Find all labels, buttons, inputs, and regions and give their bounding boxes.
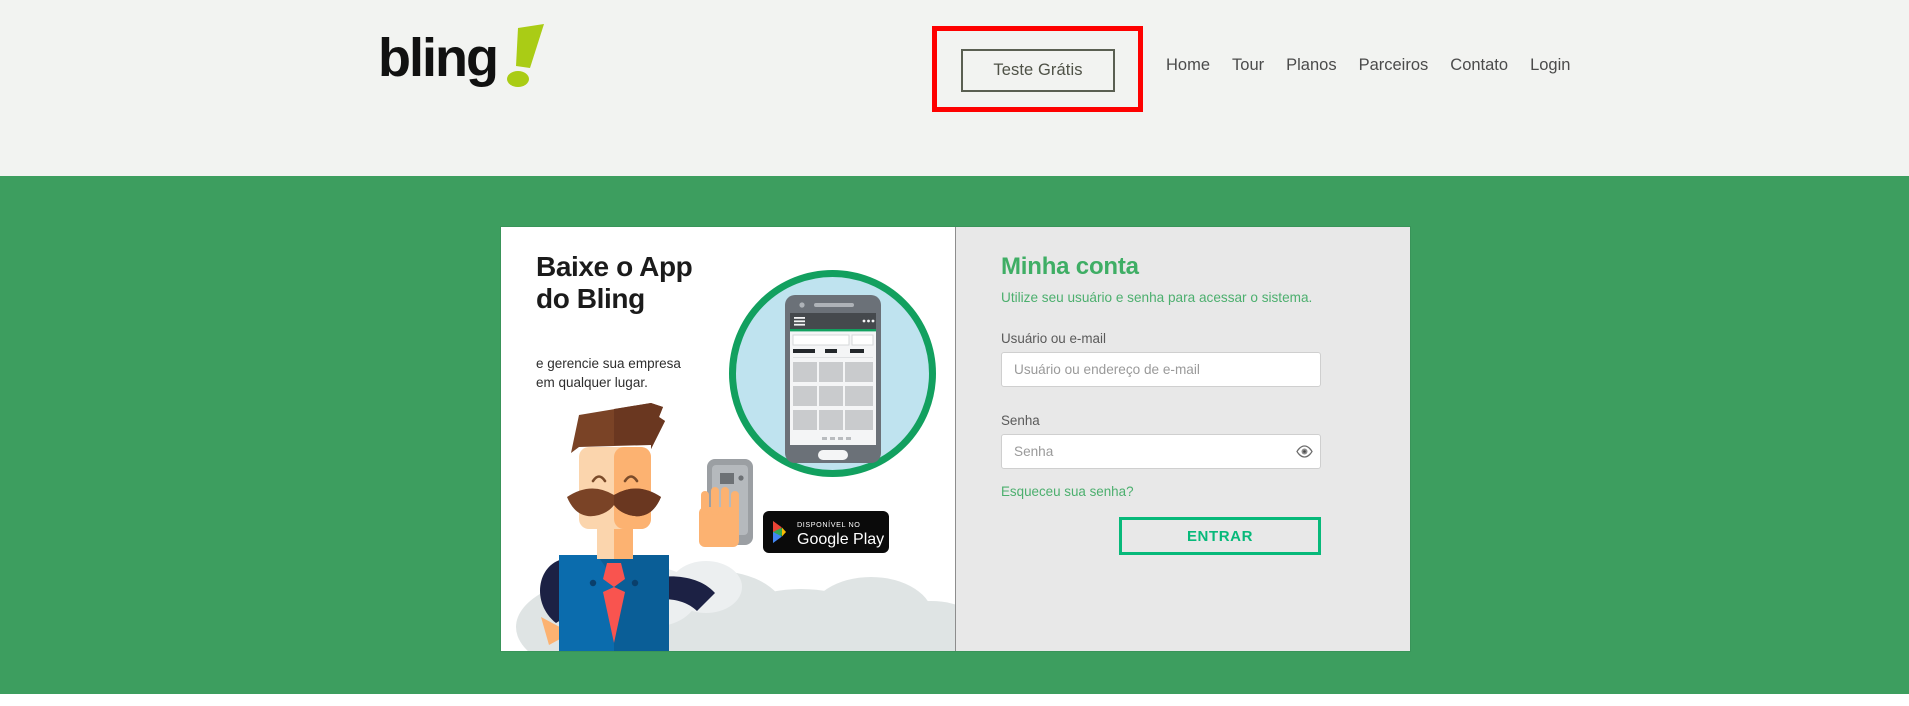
toggle-password-visibility-button[interactable] [1287,434,1321,469]
main-navigation: Home Tour Planos Parceiros Contato Login [1155,56,1581,75]
svg-text:bling: bling [378,28,497,88]
character-illustration [501,387,955,651]
promo-title-line1: Baixe o App [536,251,693,282]
username-field-group: Usuário ou e-mail [1001,331,1365,387]
nav-item-tour[interactable]: Tour [1221,56,1275,75]
password-field-group: Senha [1001,413,1365,469]
submit-row: ENTRAR [1001,517,1321,555]
page-root: bling Teste Grátis Home Tour Planos Parc… [0,0,1909,706]
login-card: Baixe o App do Bling e gerencie sua empr… [501,227,1410,651]
nav-item-login[interactable]: Login [1519,56,1581,75]
app-promo-panel: Baixe o App do Bling e gerencie sua empr… [501,227,956,651]
nav-item-contato[interactable]: Contato [1439,56,1519,75]
promo-title-line2: do Bling [536,283,645,315]
nav-item-home[interactable]: Home [1155,56,1221,75]
forgot-password-link[interactable]: Esqueceu sua senha? [1001,484,1134,499]
page-bottom-strip [0,694,1909,706]
promo-subtitle-line1: e gerencie sua empresa [536,356,681,371]
site-header: bling Teste Grátis Home Tour Planos Parc… [0,0,1909,176]
password-input[interactable] [1001,434,1321,469]
username-label: Usuário ou e-mail [1001,331,1106,346]
nav-item-parceiros[interactable]: Parceiros [1348,56,1440,75]
entrar-button[interactable]: ENTRAR [1119,517,1321,555]
bling-logo[interactable]: bling [378,22,578,102]
password-label: Senha [1001,413,1040,428]
teste-gratis-button[interactable]: Teste Grátis [961,49,1115,92]
login-title: Minha conta [1001,253,1139,280]
nav-item-planos[interactable]: Planos [1275,56,1347,75]
username-input[interactable] [1001,352,1321,387]
character-illustration-svg [516,403,955,651]
bling-logo-svg: bling [378,24,544,88]
eye-icon [1295,445,1313,458]
login-panel: Minha conta Utilize seu usuário e senha … [956,227,1410,651]
login-subtitle: Utilize seu usuário e senha para acessar… [1001,290,1313,305]
